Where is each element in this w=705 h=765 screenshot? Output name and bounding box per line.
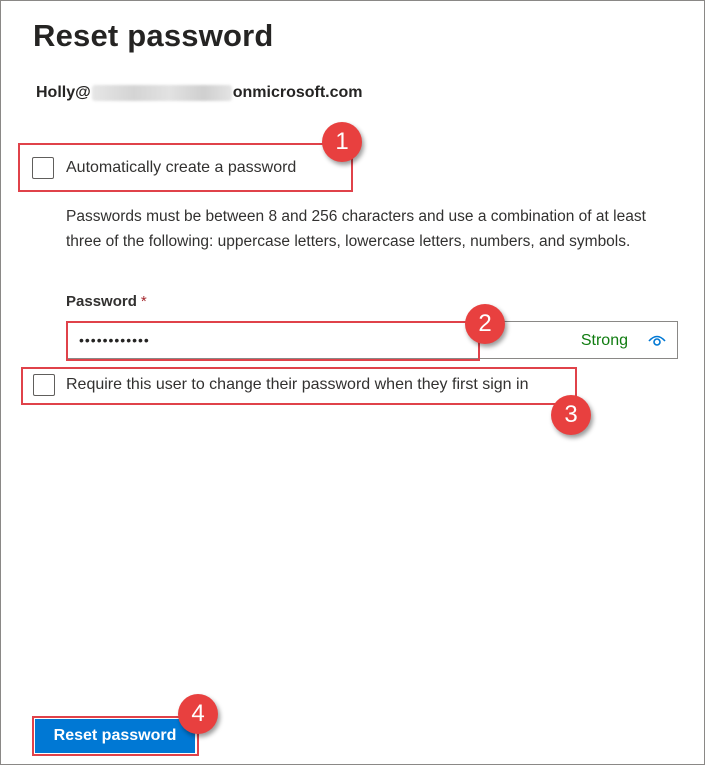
redacted-domain xyxy=(91,85,232,101)
user-name-prefix: Holly@ xyxy=(36,84,91,101)
callout-box-4 xyxy=(32,716,199,756)
callout-badge-1: 1 xyxy=(322,122,362,162)
callout-box-1 xyxy=(18,143,353,192)
show-password-icon[interactable] xyxy=(647,332,667,348)
password-field-label: Password * xyxy=(66,293,147,310)
user-principal-name: Holly@ onmicrosoft.com xyxy=(36,84,363,102)
callout-badge-3: 3 xyxy=(551,395,591,435)
callout-box-2 xyxy=(66,321,480,361)
password-requirements-text: Passwords must be between 8 and 256 char… xyxy=(66,208,646,250)
callout-badge-4: 4 xyxy=(178,694,218,734)
password-strength-indicator: Strong xyxy=(580,332,628,349)
callout-badge-2: 2 xyxy=(465,304,505,344)
callout-box-3 xyxy=(21,367,577,405)
user-domain-suffix: onmicrosoft.com xyxy=(232,84,363,101)
page-title: Reset password xyxy=(33,18,274,53)
password-label-text: Password xyxy=(66,293,137,310)
required-marker: * xyxy=(140,293,147,310)
